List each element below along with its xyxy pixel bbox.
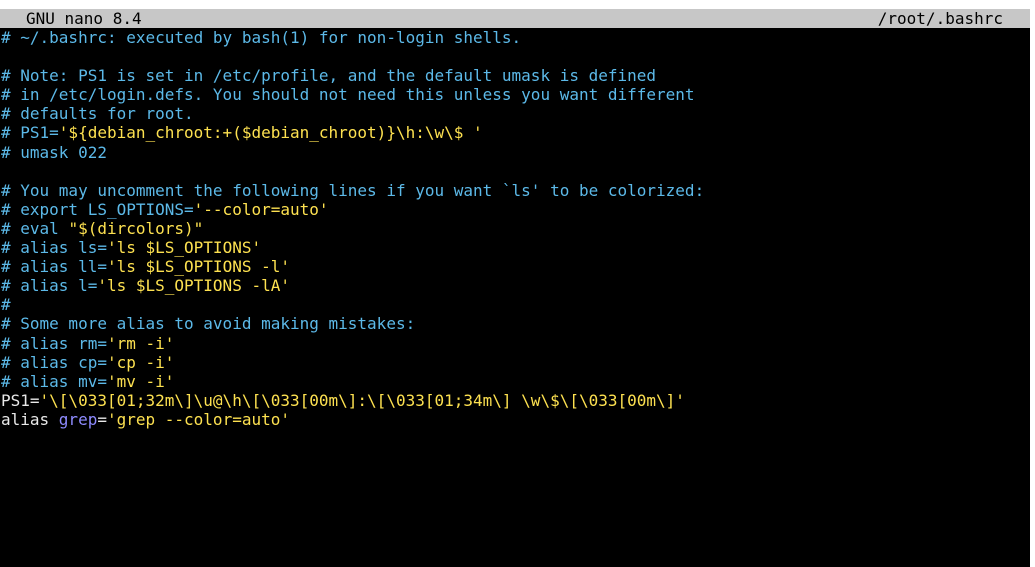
comment-text: # umask 022 — [1, 142, 107, 162]
string-literal: 'cp -i' — [106, 352, 175, 372]
editor-line[interactable]: # — [0, 295, 1030, 314]
editor-line[interactable]: # umask 022 — [0, 143, 1030, 162]
app-title: GNU nano 8.4 — [26, 9, 142, 28]
comment-text: # defaults for root. — [1, 104, 194, 124]
editor-line[interactable]: # Note: PS1 is set in /etc/profile, and … — [0, 66, 1030, 85]
editor-line[interactable]: # You may uncomment the following lines … — [0, 181, 1030, 200]
comment-text: # eval — [1, 218, 69, 238]
editor-text-area[interactable]: # ~/.bashrc: executed by bash(1) for non… — [0, 28, 1030, 429]
keyword-text: grep — [58, 409, 98, 429]
editor-line[interactable]: # defaults for root. — [0, 104, 1030, 123]
editor-line[interactable]: # eval "$(dircolors)" — [0, 219, 1030, 238]
editor-line[interactable]: alias grep='grep --color=auto' — [0, 410, 1030, 429]
editor-line[interactable]: # ~/.bashrc: executed by bash(1) for non… — [0, 28, 1030, 47]
comment-text: # in /etc/login.defs. You should not nee… — [1, 85, 695, 105]
file-name: /root/.bashrc — [877, 9, 1003, 28]
comment-text: # alias ll= — [1, 257, 107, 277]
comment-text: # Some more alias to avoid making mistak… — [1, 314, 416, 334]
string-literal: 'mv -i' — [106, 371, 175, 391]
string-literal: 'ls $LS_OPTIONS -lA' — [97, 276, 290, 296]
string-literal: 'ls $LS_OPTIONS' — [106, 238, 262, 258]
string-literal: "$(dircolors)" — [68, 218, 204, 238]
code-text: = — [97, 409, 107, 429]
editor-line[interactable]: # alias ll='ls $LS_OPTIONS -l' — [0, 257, 1030, 276]
comment-text: # alias rm= — [1, 333, 107, 353]
editor-line[interactable]: # alias cp='cp -i' — [0, 353, 1030, 372]
string-literal: '--color=auto' — [193, 199, 329, 219]
comment-text: # alias l= — [1, 276, 98, 296]
code-text: alias — [1, 409, 59, 429]
comment-text: # alias mv= — [1, 371, 107, 391]
editor-line[interactable]: # export LS_OPTIONS='--color=auto' — [0, 200, 1030, 219]
comment-text: # Note: PS1 is set in /etc/profile, and … — [1, 66, 657, 86]
string-literal: 'grep --color=auto' — [106, 409, 290, 429]
editor-line[interactable]: PS1='\[\033[01;32m\]\u@\h\[\033[00m\]:\[… — [0, 391, 1030, 410]
string-literal: 'rm -i' — [106, 333, 175, 353]
editor-line[interactable] — [0, 47, 1030, 66]
string-literal: '${debian_chroot:+($debian_chroot)}\h:\w… — [58, 123, 483, 143]
editor-line[interactable] — [0, 162, 1030, 181]
comment-text: # — [1, 295, 11, 315]
comment-text: # alias ls= — [1, 238, 107, 258]
editor-line[interactable]: # alias rm='rm -i' — [0, 334, 1030, 353]
editor-line[interactable]: # alias ls='ls $LS_OPTIONS' — [0, 238, 1030, 257]
code-text: PS1= — [1, 390, 40, 410]
string-literal: '\[\033[01;32m\]\u@\h\[\033[00m\]:\[\033… — [39, 390, 685, 410]
editor-line[interactable]: # in /etc/login.defs. You should not nee… — [0, 85, 1030, 104]
terminal-window[interactable]: GNU nano 8.4 /root/.bashrc # ~/.bashrc: … — [0, 9, 1030, 567]
comment-text: # PS1= — [1, 123, 59, 143]
editor-line[interactable]: # alias l='ls $LS_OPTIONS -lA' — [0, 276, 1030, 295]
string-literal: 'ls $LS_OPTIONS -l' — [106, 257, 290, 277]
comment-text: # alias cp= — [1, 352, 107, 372]
editor-line[interactable]: # alias mv='mv -i' — [0, 372, 1030, 391]
editor-line[interactable]: # Some more alias to avoid making mistak… — [0, 314, 1030, 333]
comment-text: # You may uncomment the following lines … — [1, 180, 705, 200]
comment-text: # export LS_OPTIONS= — [1, 199, 194, 219]
nano-title-bar: GNU nano 8.4 /root/.bashrc — [0, 9, 1030, 28]
editor-line[interactable]: # PS1='${debian_chroot:+($debian_chroot)… — [0, 123, 1030, 142]
comment-text: # ~/.bashrc: executed by bash(1) for non… — [1, 28, 522, 47]
